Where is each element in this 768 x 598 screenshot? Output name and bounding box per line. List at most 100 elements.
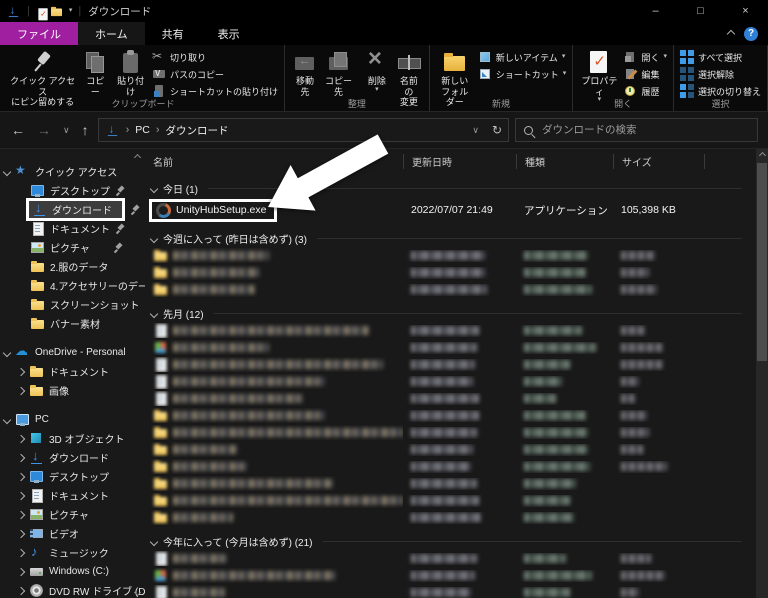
chevron-right-icon[interactable] (16, 386, 26, 395)
sidebar-item[interactable]: ドキュメント (0, 486, 145, 505)
file-row[interactable] (145, 339, 756, 356)
sidebar-item[interactable]: 2.服のデータ (0, 257, 145, 276)
address-dropdown-icon[interactable]: ∨ (469, 123, 482, 137)
sidebar-item[interactable]: ミュージック (0, 543, 145, 562)
history-button[interactable]: 履歴 (623, 84, 667, 98)
chevron-down-icon[interactable] (149, 184, 159, 193)
vertical-scrollbar[interactable] (756, 149, 768, 598)
copy-button[interactable]: コピー (79, 47, 111, 99)
file-group-header[interactable]: 今日 (1) (145, 180, 756, 197)
chevron-right-icon[interactable] (16, 491, 26, 500)
copy-to-button[interactable]: コピー先 (321, 47, 356, 99)
cut-button[interactable]: 切り取り (152, 49, 278, 64)
file-row[interactable] (145, 264, 756, 281)
sidebar-scroll-up-icon[interactable] (133, 153, 142, 162)
file-row[interactable] (145, 458, 756, 475)
sidebar-item[interactable]: ピクチャ (0, 238, 145, 257)
maximize-button[interactable]: □ (678, 0, 723, 22)
file-row[interactable] (145, 407, 756, 424)
chevron-right-icon[interactable] (16, 548, 26, 557)
sidebar-item[interactable]: DVD RW ドライブ (D:) (0, 581, 145, 598)
file-group-header[interactable]: 今週に入って (昨日は含めず) (3) (145, 230, 756, 247)
close-button[interactable]: × (723, 0, 768, 22)
tab-file[interactable]: ファイル (0, 22, 78, 45)
chevron-down-icon[interactable] (149, 537, 159, 546)
chevron-down-icon[interactable] (149, 309, 159, 318)
chevron-right-icon[interactable] (16, 434, 26, 443)
sidebar-item[interactable]: バナー素材 (0, 314, 145, 333)
copy-path-button[interactable]: パスのコピー (152, 67, 278, 81)
search-input[interactable] (540, 123, 749, 137)
sidebar-item[interactable]: Windows (C:) (0, 562, 145, 581)
paste-shortcut-button[interactable]: ショートカットの貼り付け (152, 84, 278, 98)
file-row[interactable] (145, 475, 756, 492)
new-folder-qat-icon[interactable] (50, 5, 63, 18)
tab-view[interactable]: 表示 (201, 22, 257, 45)
column-header-name[interactable]: 名前 (145, 154, 403, 169)
sidebar-item[interactable]: 4.アクセサリーのデータ (0, 276, 145, 295)
sidebar-item[interactable]: ダウンロード (0, 448, 145, 467)
file-group-header[interactable]: 今年に入って (今月は含めず) (21) (145, 533, 756, 550)
column-header-date[interactable]: 更新日時 (403, 153, 516, 169)
file-row[interactable] (145, 584, 756, 598)
chevron-right-icon[interactable] (16, 510, 26, 519)
move-to-button[interactable]: 移動先 (289, 47, 321, 99)
delete-button[interactable]: 削除 ▾ (361, 45, 393, 95)
scroll-up-icon[interactable] (758, 151, 766, 160)
help-button[interactable]: ? (744, 26, 758, 41)
file-row[interactable] (145, 424, 756, 441)
chevron-right-icon[interactable] (16, 367, 26, 376)
select-all-button[interactable]: すべて選択 (679, 50, 761, 64)
properties-icon[interactable] (36, 7, 48, 21)
file-row[interactable] (145, 356, 756, 373)
chevron-right-icon[interactable] (16, 472, 26, 481)
sidebar-item[interactable]: スクリーンショット (0, 295, 145, 314)
file-row[interactable] (145, 390, 756, 407)
sidebar-item[interactable]: ビデオ (0, 524, 145, 543)
sidebar-item[interactable]: デスクトップ (0, 467, 145, 486)
collapse-ribbon-icon[interactable] (726, 29, 736, 38)
file-row[interactable] (145, 441, 756, 458)
file-row[interactable] (145, 492, 756, 509)
refresh-icon[interactable]: ↻ (492, 123, 502, 137)
sidebar-item[interactable]: ドキュメント (0, 362, 145, 381)
file-row[interactable] (145, 550, 756, 567)
chevron-right-icon[interactable] (16, 453, 26, 462)
chevron-down-icon[interactable] (2, 167, 12, 176)
open-button[interactable]: 開く ▾ (623, 50, 667, 64)
chevron-down-icon[interactable] (149, 234, 159, 243)
forward-icon[interactable]: → (34, 123, 54, 137)
file-row[interactable] (145, 567, 756, 584)
back-icon[interactable]: ← (8, 123, 28, 137)
sidebar-item[interactable]: ドキュメント (0, 219, 145, 238)
customize-qat-caret-icon[interactable]: ▾ (69, 7, 73, 14)
file-row[interactable] (145, 322, 756, 339)
shortcut-button[interactable]: ショートカット ▾ (478, 67, 566, 81)
tab-share[interactable]: 共有 (145, 22, 201, 45)
chevron-right-icon[interactable] (16, 586, 26, 595)
file-row[interactable] (145, 373, 756, 390)
file-row[interactable] (145, 281, 756, 298)
sidebar-item[interactable]: ピクチャ (0, 505, 145, 524)
breadcrumb-pc[interactable]: PC (135, 124, 150, 136)
chevron-down-icon[interactable] (2, 348, 12, 357)
file-group-header[interactable]: 先月 (12) (145, 305, 756, 322)
chevron-right-icon[interactable] (16, 567, 26, 576)
recent-locations-icon[interactable]: ∨ (60, 123, 73, 137)
file-row[interactable] (145, 247, 756, 264)
column-header-type[interactable]: 種類 (516, 153, 613, 169)
address-bar[interactable]: › PC › ダウンロード ∨ ↻ (97, 118, 509, 142)
sidebar-item[interactable]: 画像 (0, 381, 145, 400)
select-none-button[interactable]: 選択解除 (679, 67, 761, 81)
tab-home[interactable]: ホーム (78, 22, 145, 45)
search-box[interactable] (515, 118, 758, 142)
up-icon[interactable]: ↑ (79, 123, 92, 137)
breadcrumb-downloads[interactable]: ダウンロード (166, 123, 229, 138)
new-item-button[interactable]: 新しいアイテム ▾ (478, 50, 567, 64)
file-row[interactable] (145, 509, 756, 526)
paste-button[interactable]: 貼り付け (111, 47, 150, 99)
sidebar-section-header[interactable]: クイック アクセス (0, 162, 145, 181)
sidebar-section-header[interactable]: PC (0, 410, 145, 429)
scrollbar-thumb[interactable] (757, 163, 767, 361)
chevron-right-icon[interactable] (16, 529, 26, 538)
